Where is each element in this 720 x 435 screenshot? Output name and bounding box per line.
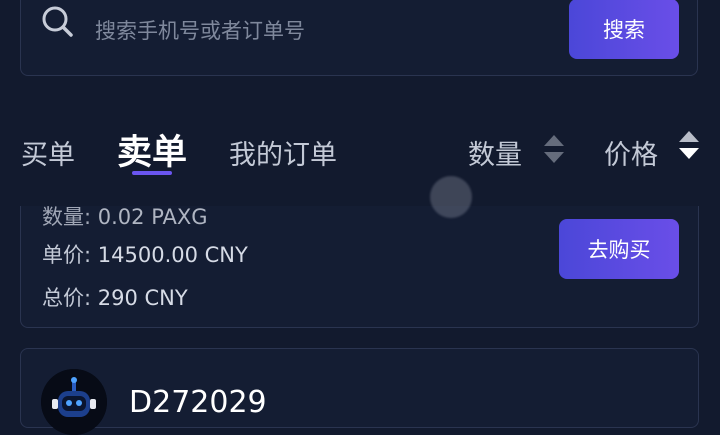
touch-ripple bbox=[430, 176, 472, 218]
sort-price-icon[interactable] bbox=[678, 131, 700, 163]
sort-price[interactable]: 价格 bbox=[604, 133, 658, 172]
sort-quantity-icon[interactable] bbox=[543, 135, 565, 167]
tab-my-orders[interactable]: 我的订单 bbox=[229, 133, 337, 172]
order-unit-price: 单价: 14500.00 CNY bbox=[42, 239, 248, 269]
tab-buy-orders[interactable]: 买单 bbox=[21, 133, 75, 172]
unit-price-label: 单价: bbox=[42, 243, 92, 267]
go-buy-button[interactable]: 去购买 bbox=[559, 219, 679, 279]
active-tab-indicator bbox=[132, 171, 172, 175]
search-box[interactable]: 搜索手机号或者订单号 搜索 bbox=[20, 0, 698, 76]
order-card: D272029 bbox=[20, 348, 699, 435]
sort-quantity-label: 数量 bbox=[468, 140, 522, 171]
sort-down-icon bbox=[544, 152, 564, 163]
search-input[interactable]: 搜索手机号或者订单号 bbox=[95, 15, 305, 45]
total-price-label: 总价: bbox=[42, 286, 92, 310]
seller-username: D272029 bbox=[129, 385, 267, 420]
avatar bbox=[41, 369, 107, 435]
total-price-value: 290 CNY bbox=[97, 286, 188, 310]
robot-avatar-icon bbox=[41, 369, 107, 435]
search-icon bbox=[42, 6, 73, 37]
quantity-value: 0.02 PAXG bbox=[97, 205, 208, 229]
tab-sell-orders[interactable]: 卖单 bbox=[117, 124, 187, 175]
search-button[interactable]: 搜索 bbox=[569, 0, 679, 59]
sort-down-icon bbox=[679, 148, 699, 159]
order-total-price: 总价: 290 CNY bbox=[42, 282, 188, 312]
quantity-label: 数量: bbox=[42, 205, 92, 229]
sort-quantity[interactable]: 数量 bbox=[468, 133, 522, 172]
sort-price-label: 价格 bbox=[604, 140, 658, 171]
unit-price-value: 14500.00 CNY bbox=[97, 243, 248, 267]
sort-up-icon bbox=[544, 135, 564, 146]
sort-up-icon bbox=[679, 131, 699, 142]
